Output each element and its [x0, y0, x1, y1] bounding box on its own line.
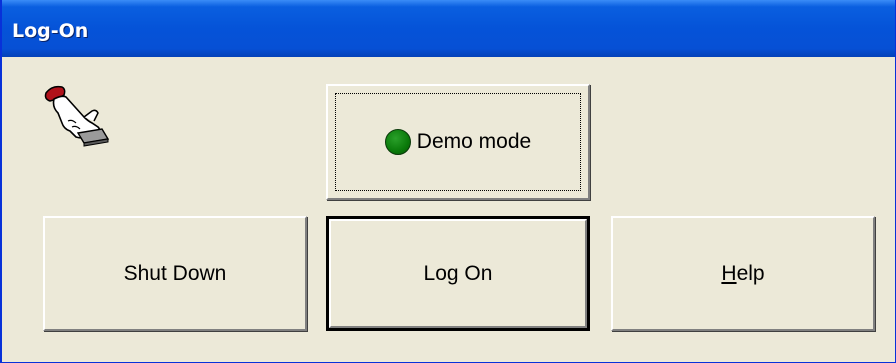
status-led-icon — [384, 129, 411, 155]
help-button[interactable]: Help — [611, 216, 875, 331]
help-label: Help — [721, 262, 764, 286]
demo-mode-button[interactable]: Demo mode — [326, 84, 590, 200]
demo-mode-label: Demo mode — [416, 130, 532, 153]
title-bar[interactable]: Log-On — [2, 0, 895, 57]
help-accelerator: H — [721, 261, 737, 285]
demo-mode-content: Demo mode — [384, 129, 532, 155]
pointing-hand-icon — [44, 85, 110, 147]
logon-button[interactable]: Log On — [326, 216, 590, 331]
window-title: Log-On — [12, 20, 89, 42]
help-label-rest: elp — [736, 261, 765, 285]
logon-window: Log-On Demo mode Shut Down Log On Help — [0, 0, 896, 363]
shutdown-label: Shut Down — [123, 261, 227, 285]
shutdown-button[interactable]: Shut Down — [43, 216, 307, 331]
logon-label: Log On — [423, 261, 493, 285]
